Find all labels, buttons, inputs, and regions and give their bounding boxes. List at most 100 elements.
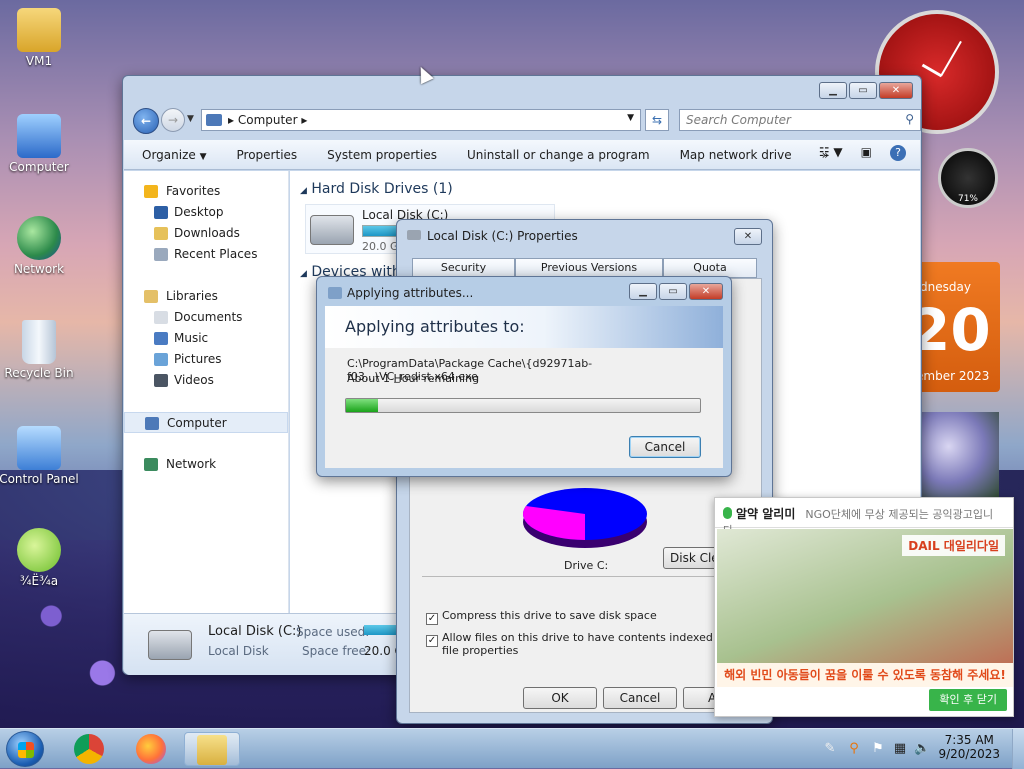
desktop-icon-label: Recycle Bin <box>4 366 74 380</box>
section-label: Hard Disk Drives (1) <box>311 181 453 197</box>
ad-header: 알약 알리미NGO단체에 무상 제공되는 공익광고입니다. <box>715 498 1013 537</box>
preview-pane-icon[interactable]: ▣ <box>861 145 872 161</box>
clock[interactable]: 7:35 AM 9/20/2023 <box>938 733 1000 761</box>
videos-icon <box>154 374 168 387</box>
clock-time: 7:35 AM <box>944 733 994 747</box>
nav-desktop[interactable]: Desktop <box>124 202 288 223</box>
ok-button[interactable]: OK <box>523 687 597 709</box>
change-view-icon[interactable]: ☷ ▼ <box>819 145 843 161</box>
desktop-icon-vm1[interactable]: VM1 <box>0 8 79 68</box>
ad-popup[interactable]: 알약 알리미NGO단체에 무상 제공되는 공익광고입니다. DAIL 대일리다일… <box>714 497 1014 717</box>
pill-icon <box>723 507 732 519</box>
minimize-button[interactable]: ▁ <box>819 82 847 99</box>
show-desktop-button[interactable] <box>1012 729 1024 769</box>
dialog-title: Local Disk (C:) Properties <box>427 229 578 243</box>
search-icon[interactable]: ⚲ <box>846 741 862 757</box>
close-button[interactable]: ✕ <box>879 82 913 99</box>
frog-app-icon <box>17 528 61 572</box>
properties-button[interactable]: Properties <box>237 148 298 162</box>
properties-tabs: Security Previous Versions Quota <box>412 258 757 278</box>
system-properties-button[interactable]: System properties <box>327 148 437 162</box>
maximize-button[interactable]: ▭ <box>849 82 877 99</box>
recycle-bin-icon <box>22 320 56 364</box>
close-button[interactable]: ✕ <box>689 283 723 300</box>
pen-icon[interactable]: ✎ <box>822 741 838 757</box>
details-name: Local Disk (C:) <box>208 624 302 639</box>
taskbar-firefox[interactable] <box>124 732 180 766</box>
nav-label: Desktop <box>174 205 224 219</box>
desktop-icon-label: VM1 <box>25 54 53 68</box>
hard-drive-icon <box>310 215 354 245</box>
tab-security[interactable]: Security <box>412 258 515 278</box>
nav-label: Documents <box>174 310 243 324</box>
ad-banner[interactable]: DAIL 대일리다일 해외 빈민 아동들이 꿈을 이룰 수 있도록 동참해 주세… <box>717 529 1013 687</box>
cancel-button[interactable]: Cancel <box>629 436 701 458</box>
cancel-button[interactable]: Cancel <box>603 687 677 709</box>
drive-label: Drive C: <box>564 559 609 572</box>
nav-downloads[interactable]: Downloads <box>124 223 288 244</box>
attributes-icon <box>328 287 342 299</box>
close-button[interactable]: ✕ <box>734 228 762 245</box>
computer-icon <box>206 114 222 126</box>
desktop-icon-control-panel[interactable]: Control Panel <box>0 426 79 486</box>
explorer-icon <box>197 735 227 765</box>
clock-hour-hand <box>921 63 943 78</box>
nav-documents[interactable]: Documents <box>124 307 288 328</box>
checkbox-check-icon: ✓ <box>426 635 438 647</box>
hard-drive-icon <box>407 230 421 240</box>
cpu-meter-gadget[interactable]: 71% <box>938 148 998 208</box>
nav-libraries[interactable]: Libraries <box>124 286 288 307</box>
nav-computer[interactable]: Computer <box>124 412 288 433</box>
calendar-gadget[interactable]: dnesday 20 ember 2023 <box>910 262 1000 392</box>
slideshow-gadget[interactable] <box>915 412 999 498</box>
nav-label: Recent Places <box>174 247 258 261</box>
computer-icon <box>145 417 159 430</box>
start-button[interactable] <box>6 731 44 767</box>
network-globe-icon <box>17 216 61 260</box>
desktop-icon-label: ¾Ë¾a <box>19 574 59 588</box>
address-bar[interactable]: ▸ Computer ▸ ▼ <box>201 109 641 131</box>
nav-music[interactable]: Music <box>124 328 288 349</box>
nav-favorites[interactable]: Favorites <box>124 181 288 202</box>
back-button[interactable]: ← <box>133 108 159 134</box>
ad-close-button[interactable]: 확인 후 닫기 <box>929 689 1007 711</box>
view-controls: ☷ ▼ ▣ ? <box>819 145 906 161</box>
network-status-icon[interactable]: ▦ <box>892 741 908 757</box>
nav-recent-places[interactable]: Recent Places <box>124 244 288 265</box>
nav-network[interactable]: Network <box>124 454 288 475</box>
hard-drive-icon <box>148 630 192 660</box>
refresh-button[interactable]: ⇆ <box>645 109 669 131</box>
tab-previous-versions[interactable]: Previous Versions <box>515 258 663 278</box>
recent-pages-chevron-icon[interactable]: ▼ <box>187 114 194 124</box>
dialog-heading: Applying attributes to: <box>345 317 525 336</box>
organize-button[interactable]: Organize ▼ <box>142 148 207 162</box>
dialog-body: C:\ProgramData\Package Cache\{d92971ab-f… <box>325 348 723 468</box>
desktop-icon-network[interactable]: Network <box>0 216 79 276</box>
nav-pictures[interactable]: Pictures <box>124 349 288 370</box>
applying-attributes-dialog[interactable]: Applying attributes... ▁ ▭ ✕ Applying at… <box>316 276 732 477</box>
map-network-drive-button[interactable]: Map network drive <box>680 148 792 162</box>
search-input[interactable]: Search Computer ⚲ <box>679 109 921 131</box>
help-icon[interactable]: ? <box>890 145 906 161</box>
action-center-flag-icon[interactable]: ⚑ <box>870 741 886 757</box>
uninstall-program-button[interactable]: Uninstall or change a program <box>467 148 650 162</box>
taskbar-chrome[interactable] <box>62 732 118 766</box>
section-hard-disk-drives[interactable]: ◢ Hard Disk Drives (1) <box>300 181 453 197</box>
taskbar-explorer[interactable] <box>184 732 240 766</box>
compress-checkbox[interactable]: ✓ Compress this drive to save disk space <box>426 609 657 625</box>
minimize-button[interactable]: ▁ <box>629 283 657 300</box>
maximize-button[interactable]: ▭ <box>659 283 687 300</box>
user-folder-icon <box>17 8 61 52</box>
desktop-icon-frog-app[interactable]: ¾Ë¾a <box>0 528 79 588</box>
tab-quota[interactable]: Quota <box>663 258 757 278</box>
address-row: ← → ▼ ▸ Computer ▸ ▼ ⇆ Search Computer ⚲ <box>131 108 921 134</box>
collapse-arrow-icon: ◢ <box>300 269 307 279</box>
volume-muted-icon[interactable]: 🔈 <box>914 741 930 757</box>
desktop-icon-recycle-bin[interactable]: Recycle Bin <box>0 320 79 380</box>
checkbox-check-icon: ✓ <box>426 613 438 625</box>
forward-button[interactable]: → <box>161 108 185 132</box>
nav-videos[interactable]: Videos <box>124 370 288 391</box>
window-controls: ▁ ▭ ✕ <box>819 82 913 99</box>
address-dropdown-icon[interactable]: ▼ <box>627 113 634 123</box>
desktop-icon-computer[interactable]: Computer <box>0 114 79 174</box>
